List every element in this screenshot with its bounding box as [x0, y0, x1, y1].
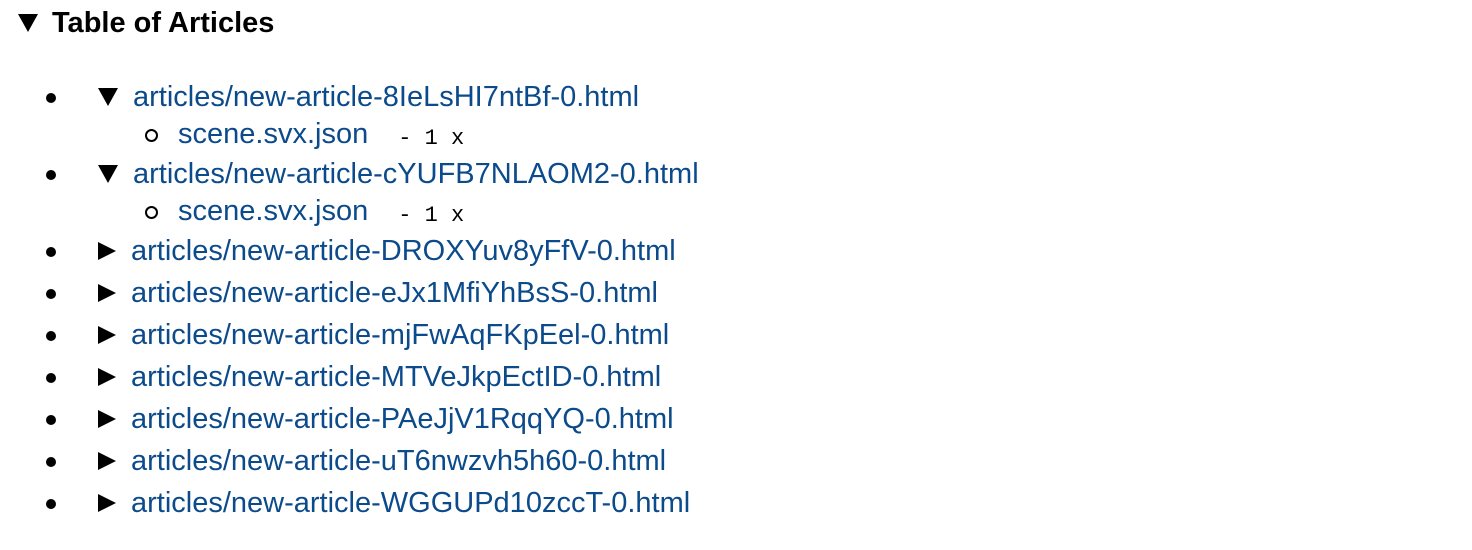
article-link[interactable]: articles/new-article-mjFwAqFKpEel-0.html	[131, 314, 669, 356]
article-link[interactable]: articles/new-article-uT6nwzvh5h60-0.html	[131, 440, 666, 482]
triangle-right-icon[interactable]	[98, 410, 116, 428]
file-item: scene.svx.json - 1 x	[145, 193, 1046, 230]
triangle-down-icon[interactable]	[98, 165, 118, 183]
file-count: - 1 x	[398, 126, 465, 151]
article-item: articles/new-article-PAeJjV1RqqYQ-0.html	[46, 398, 1046, 440]
article-item: articles/new-article-WGGUPd10zccT-0.html	[46, 482, 1046, 524]
article-item: articles/new-article-uT6nwzvh5h60-0.html	[46, 440, 1046, 482]
triangle-right-icon[interactable]	[98, 242, 116, 260]
file-link[interactable]: scene.svx.json	[178, 193, 368, 230]
article-item: articles/new-article-cYUFB7NLAOM2-0.html…	[46, 153, 1046, 230]
article-link[interactable]: articles/new-article-DROXYuv8yFfV-0.html	[131, 230, 676, 272]
article-item: articles/new-article-MTVeJkpEctID-0.html	[46, 356, 1046, 398]
article-link[interactable]: articles/new-article-MTVeJkpEctID-0.html	[131, 356, 661, 398]
file-link[interactable]: scene.svx.json	[178, 116, 368, 153]
article-link[interactable]: articles/new-article-PAeJjV1RqqYQ-0.html	[131, 398, 674, 440]
triangle-right-icon[interactable]	[98, 452, 116, 470]
toc-summary-toggle[interactable]: Table of Articles	[18, 4, 274, 42]
article-files-list: scene.svx.json - 1 x	[98, 116, 1046, 153]
article-item: articles/new-article-mjFwAqFKpEel-0.html	[46, 314, 1046, 356]
file-count: - 1 x	[398, 203, 465, 228]
article-link[interactable]: articles/new-article-cYUFB7NLAOM2-0.html	[133, 153, 699, 195]
triangle-right-icon[interactable]	[98, 326, 116, 344]
triangle-down-icon[interactable]	[98, 88, 118, 106]
toc-details: Table of Articles	[18, 4, 274, 42]
article-item: articles/new-article-eJx1MfiYhBsS-0.html	[46, 272, 1046, 314]
article-link[interactable]: articles/new-article-WGGUPd10zccT-0.html	[131, 482, 690, 524]
article-link[interactable]: articles/new-article-8IeLsHI7ntBf-0.html	[133, 76, 639, 118]
article-link[interactable]: articles/new-article-eJx1MfiYhBsS-0.html	[131, 272, 658, 314]
triangle-right-icon[interactable]	[98, 494, 116, 512]
file-item: scene.svx.json - 1 x	[145, 116, 1046, 153]
article-list: articles/new-article-8IeLsHI7ntBf-0.html…	[46, 76, 1046, 524]
triangle-right-icon[interactable]	[98, 368, 116, 386]
article-item: articles/new-article-8IeLsHI7ntBf-0.html…	[46, 76, 1046, 153]
toc-title: Table of Articles	[52, 7, 275, 39]
article-item: articles/new-article-DROXYuv8yFfV-0.html	[46, 230, 1046, 272]
article-files-list: scene.svx.json - 1 x	[98, 193, 1046, 230]
triangle-down-icon[interactable]	[18, 14, 38, 32]
triangle-right-icon[interactable]	[98, 284, 116, 302]
